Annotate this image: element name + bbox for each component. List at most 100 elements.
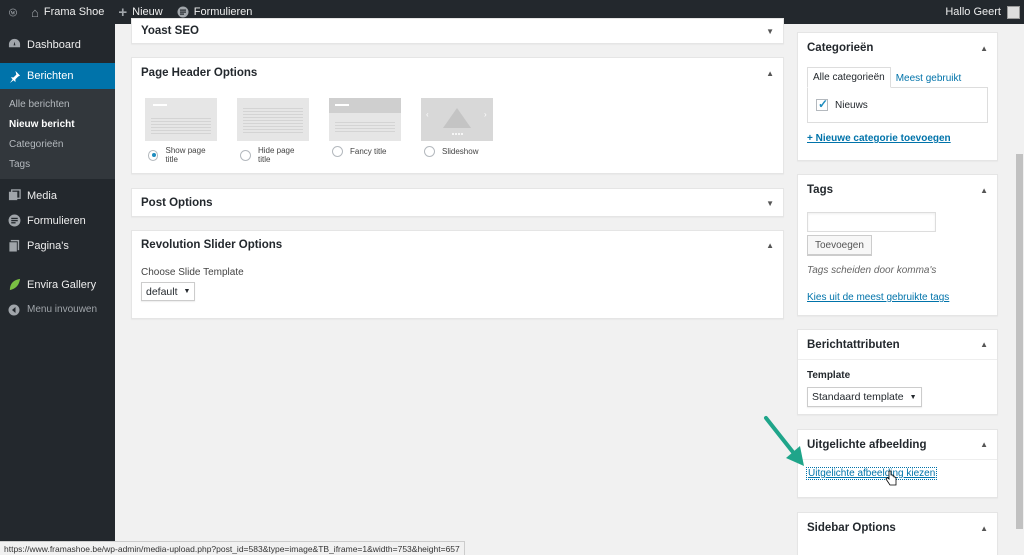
sidebar-item-dashboard[interactable]: Dashboard [0, 32, 115, 57]
chevron-down-icon[interactable]: ▼ [766, 199, 774, 208]
submenu-all-posts[interactable]: Alle berichten [0, 95, 115, 115]
post-options-header[interactable]: Post Options ▼ [132, 189, 783, 217]
sidebar-item-label: Formulieren [27, 214, 86, 227]
sidebar-options-box: Sidebar Options ▲ [797, 512, 998, 555]
pages-icon [7, 239, 21, 253]
home-icon: ⌂ [31, 4, 39, 20]
site-name-link[interactable]: ⌂ Frama Shoe [24, 0, 111, 24]
category-list: Nieuws [807, 87, 988, 123]
fancy-title-thumbnail [329, 98, 401, 141]
categories-header[interactable]: Categorieën ▲ [798, 33, 997, 63]
svg-text:›: › [484, 110, 487, 119]
slideshow-thumbnail: ‹ › [421, 98, 493, 141]
submenu-categories[interactable]: Categorieën [0, 135, 115, 155]
sidebar-item-pages[interactable]: Pagina's [0, 233, 115, 258]
chevron-down-icon[interactable]: ▼ [766, 27, 774, 36]
tab-all-categories[interactable]: Alle categorieën [807, 67, 891, 88]
sidebar-item-media[interactable]: Media [0, 183, 115, 208]
chevron-up-icon[interactable]: ▲ [980, 524, 988, 533]
scrollbar-thumb[interactable] [1016, 154, 1023, 529]
add-category-link[interactable]: + Nieuwe categorie toevoegen [807, 133, 951, 144]
choose-slide-template-label: Choose Slide Template [141, 267, 244, 278]
yoast-seo-box: Yoast SEO ▼ [131, 18, 784, 44]
collapse-menu-button[interactable]: Menu invouwen [0, 297, 115, 322]
option-label: Slideshow [442, 147, 479, 156]
layout-option-slideshow[interactable]: ‹ › Slideshow [421, 98, 493, 157]
tab-most-used[interactable]: Meest gebruikt [891, 69, 967, 88]
posts-submenu: Alle berichten Nieuw bericht Categorieën… [0, 89, 115, 179]
option-label: Hide page title [257, 146, 295, 164]
select-value: Standaard template [812, 391, 904, 403]
sidebar-item-label: Pagina's [27, 239, 69, 252]
chevron-up-icon[interactable]: ▲ [980, 186, 988, 195]
yoast-seo-header[interactable]: Yoast SEO ▼ [132, 19, 783, 43]
layout-option-show-title[interactable]: Show page title [145, 98, 217, 164]
box-title: Yoast SEO [141, 25, 199, 37]
category-checkbox-nieuws[interactable] [816, 97, 828, 111]
sidebar-item-envira-gallery[interactable]: Envira Gallery [0, 272, 115, 297]
sidebar-item-forms[interactable]: Formulieren [0, 208, 115, 233]
add-tag-button[interactable]: Toevoegen [807, 235, 872, 255]
svg-text:‹: ‹ [426, 110, 429, 119]
wordpress-logo-icon[interactable]: W [2, 4, 24, 20]
page-scrollbar[interactable] [1014, 24, 1024, 555]
set-featured-image-link[interactable]: Uitgelichte afbeelding kiezen [805, 467, 938, 480]
hide-title-radio[interactable] [240, 149, 251, 161]
caret-down-icon: ▼ [183, 288, 191, 295]
sidebar-item-posts[interactable]: Berichten [0, 63, 115, 89]
sidebar-options-header[interactable]: Sidebar Options ▲ [798, 513, 997, 543]
dashboard-icon [7, 38, 21, 52]
layout-option-hide-title[interactable]: Hide page title [237, 98, 309, 164]
tags-header[interactable]: Tags ▲ [798, 175, 997, 205]
box-title: Revolution Slider Options [141, 239, 283, 251]
avatar [1007, 5, 1020, 19]
category-label: Nieuws [835, 99, 868, 111]
template-label: Template [807, 370, 851, 381]
svg-text:W: W [11, 11, 16, 16]
annotation-arrow-icon [764, 416, 804, 466]
collapse-icon [7, 303, 21, 317]
revolution-slider-box: Revolution Slider Options ▲ Choose Slide… [131, 230, 784, 319]
submenu-new-post[interactable]: Nieuw bericht [0, 115, 115, 135]
page-header-options-box: Page Header Options ▲ Show page title Hi… [131, 57, 784, 174]
hide-title-thumbnail [237, 98, 309, 141]
sidebar-item-label: Envira Gallery [27, 278, 97, 291]
forms-label: Formulieren [193, 6, 253, 18]
box-title: Uitgelichte afbeelding [807, 438, 927, 451]
layout-option-fancy-title[interactable]: Fancy title [329, 98, 401, 157]
chevron-up-icon[interactable]: ▲ [766, 241, 774, 250]
most-used-tags-link[interactable]: Kies uit de meest gebruikte tags [807, 292, 949, 303]
my-account-link[interactable]: Hallo Geert [938, 0, 1024, 24]
site-name: Frama Shoe [43, 6, 105, 18]
pin-icon [7, 69, 21, 83]
slide-template-select[interactable]: default ▼ [141, 282, 196, 301]
submenu-tags[interactable]: Tags [0, 155, 115, 175]
slideshow-radio[interactable] [424, 146, 435, 157]
fancy-title-radio[interactable] [332, 146, 343, 157]
chevron-up-icon[interactable]: ▲ [980, 44, 988, 53]
chevron-up-icon[interactable]: ▲ [980, 340, 988, 349]
template-select[interactable]: Standaard template ▼ [807, 387, 922, 407]
forms-icon [7, 214, 21, 228]
option-label: Show page title [165, 146, 206, 164]
sidebar-item-label: Dashboard [27, 38, 81, 51]
show-title-thumbnail [145, 98, 217, 141]
tags-help-text: Tags scheiden door komma's [807, 265, 937, 276]
sidebar-item-label: Berichten [27, 70, 74, 82]
page-header-options-header[interactable]: Page Header Options ▲ [132, 58, 783, 88]
plus-icon: + [118, 3, 128, 21]
show-title-radio[interactable] [148, 149, 159, 161]
chevron-up-icon[interactable]: ▲ [980, 440, 988, 449]
featured-image-header[interactable]: Uitgelichte afbeelding ▲ [798, 430, 997, 460]
tag-input[interactable] [807, 212, 936, 232]
hand-cursor-icon [885, 470, 897, 486]
admin-sidebar: Dashboard Berichten Alle berichten Nieuw… [0, 24, 115, 555]
post-attributes-header[interactable]: Berichtattributen ▲ [798, 330, 997, 360]
chevron-up-icon[interactable]: ▲ [766, 69, 774, 78]
leaf-icon [7, 278, 21, 292]
box-title: Tags [807, 184, 833, 196]
revolution-slider-header[interactable]: Revolution Slider Options ▲ [132, 231, 783, 259]
box-title: Berichtattributen [807, 338, 900, 351]
status-bar-url: https://www.framashoe.be/wp-admin/media-… [0, 541, 465, 555]
caret-down-icon: ▼ [909, 393, 917, 401]
